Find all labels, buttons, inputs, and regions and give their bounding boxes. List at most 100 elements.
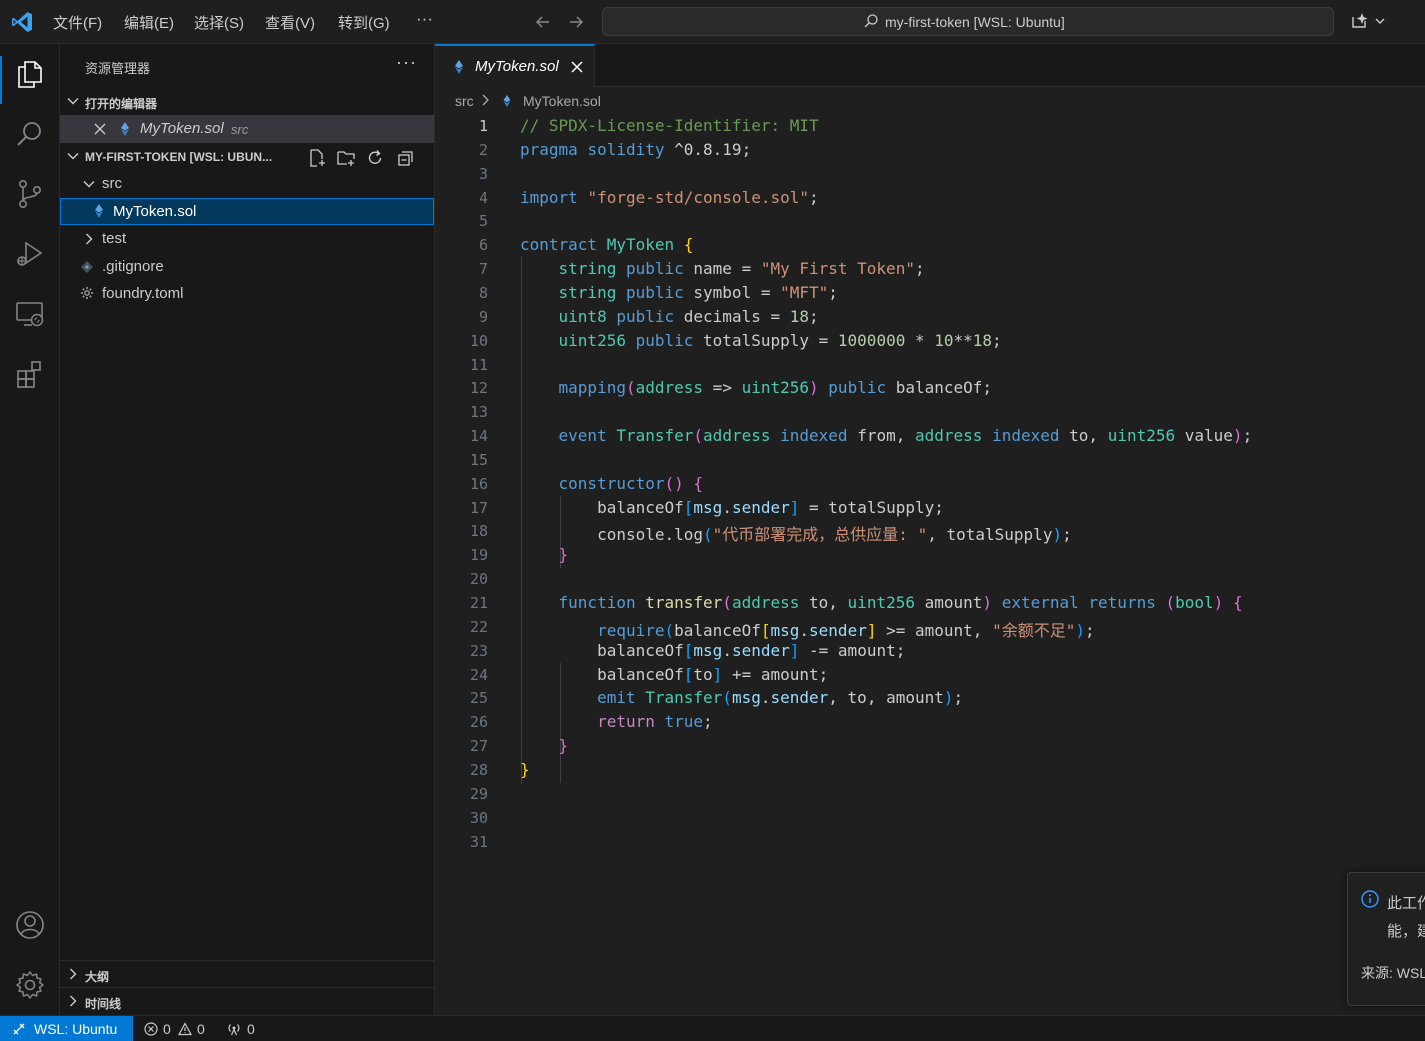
- tree-item-mytoken[interactable]: MyToken.sol: [60, 198, 434, 225]
- code-text: string public name = "My First Token";: [520, 259, 925, 278]
- menu-go[interactable]: 转到(G): [338, 12, 390, 33]
- outline-header[interactable]: 大纲: [60, 961, 435, 987]
- timeline-header[interactable]: 时间线: [60, 988, 435, 1014]
- remote-indicator[interactable]: WSL: Ubuntu: [0, 1016, 133, 1041]
- warning-icon[interactable]: [178, 1022, 192, 1036]
- open-editors-header[interactable]: 打开的编辑器: [60, 89, 435, 115]
- code-line[interactable]: 21 function transfer(address to, uint256…: [435, 591, 1425, 615]
- warning-count[interactable]: 0: [197, 1021, 205, 1037]
- line-number: 19: [469, 546, 488, 565]
- new-folder-icon[interactable]: [336, 148, 356, 168]
- code-line[interactable]: 14 event Transfer(address indexed from, …: [435, 424, 1425, 448]
- code-line[interactable]: 17 balanceOf[msg.sender] = totalSupply;: [435, 496, 1425, 520]
- menu-selection[interactable]: 选择(S): [194, 12, 244, 33]
- line-number: 29: [469, 784, 488, 803]
- code-line[interactable]: 6 contract MyToken {: [435, 233, 1425, 257]
- settings-gear-icon[interactable]: [14, 969, 46, 1001]
- breadcrumb-file[interactable]: MyToken.sol: [523, 93, 601, 109]
- sidebar-more-actions[interactable]: ···: [396, 52, 417, 73]
- notification-toast[interactable]: 此工作 能，建 来源: WSL: [1347, 872, 1425, 1006]
- account-icon[interactable]: [14, 909, 46, 941]
- code-line[interactable]: 9 uint8 public decimals = 18;: [435, 305, 1425, 329]
- code-line[interactable]: 22 require(balanceOf[msg.sender] >= amou…: [435, 615, 1425, 640]
- code-line[interactable]: 26 return true;: [435, 710, 1425, 734]
- code-line[interactable]: 7 string public name = "My First Token";: [435, 257, 1425, 281]
- line-number: 21: [469, 594, 488, 612]
- tree-item-gitignore[interactable]: .gitignore: [60, 254, 434, 280]
- code-line[interactable]: 8 string public symbol = "MFT";: [435, 281, 1425, 305]
- search-icon[interactable]: [14, 118, 46, 150]
- menu-view[interactable]: 查看(V): [265, 12, 315, 33]
- explorer-icon[interactable]: [14, 58, 46, 90]
- close-icon[interactable]: [569, 59, 585, 75]
- extensions-icon[interactable]: [14, 358, 46, 390]
- code-line[interactable]: 20: [435, 567, 1425, 591]
- open-editor-item[interactable]: MyToken.sol src: [60, 115, 434, 143]
- code-line[interactable]: 31: [435, 830, 1425, 854]
- ports-broadcast-icon[interactable]: [227, 1022, 241, 1036]
- command-center[interactable]: my-first-token [WSL: Ubuntu]: [602, 7, 1334, 36]
- code-token: {: [1232, 593, 1243, 612]
- remote-explorer-icon[interactable]: [14, 298, 46, 330]
- code-line[interactable]: 23 balanceOf[msg.sender] -= amount;: [435, 639, 1425, 663]
- code-line[interactable]: 3: [435, 162, 1425, 186]
- tab-mytoken-sol[interactable]: MyToken.sol: [435, 44, 595, 88]
- remote-label: WSL: Ubuntu: [34, 1021, 118, 1037]
- folder-header[interactable]: MY-FIRST-TOKEN [WSL: UBUN...: [60, 144, 435, 170]
- code-token: sender: [809, 620, 867, 640]
- code-line[interactable]: 13: [435, 400, 1425, 424]
- menu-file[interactable]: 文件(F): [53, 12, 102, 33]
- code-line[interactable]: 18 console.log("代币部署完成，总供应量: ", totalSup…: [435, 519, 1425, 544]
- error-count[interactable]: 0: [163, 1021, 171, 1037]
- code-line[interactable]: 28}: [435, 758, 1425, 782]
- activity-bar: [0, 44, 60, 1015]
- code-line[interactable]: 30: [435, 806, 1425, 830]
- code-token: bool: [1175, 593, 1214, 612]
- line-number: 23: [469, 641, 488, 660]
- code-line[interactable]: 4 import "forge-std/console.sol";: [435, 186, 1425, 210]
- back-arrow-icon[interactable]: [533, 12, 553, 32]
- code-token: {: [683, 235, 694, 255]
- source-control-icon[interactable]: [14, 178, 46, 210]
- status-bar: WSL: Ubuntu 0 0 0: [0, 1015, 1425, 1041]
- new-file-icon[interactable]: [307, 148, 327, 168]
- tree-item-foundry-toml[interactable]: foundry.toml: [60, 281, 434, 307]
- menu-more[interactable]: ···: [416, 9, 433, 29]
- code-token: (: [664, 620, 675, 640]
- code-line[interactable]: 29: [435, 782, 1425, 806]
- code-line[interactable]: 24 balanceOf[to] += amount;: [435, 663, 1425, 687]
- open-editors-label: 打开的编辑器: [85, 97, 158, 111]
- code-line[interactable]: 2 pragma solidity ^0.8.19;: [435, 138, 1425, 162]
- code-line[interactable]: 25 emit Transfer(msg.sender, to, amount)…: [435, 686, 1425, 710]
- code-line[interactable]: 1 // SPDX-License-Identifier: MIT: [435, 114, 1425, 138]
- breadcrumb-folder[interactable]: src: [455, 93, 474, 109]
- menu-edit[interactable]: 编辑(E): [124, 12, 174, 33]
- code-line[interactable]: 15: [435, 448, 1425, 472]
- code-line[interactable]: 10 uint256 public totalSupply = 1000000 …: [435, 329, 1425, 353]
- solidity-file-icon: [121, 122, 129, 136]
- code-line[interactable]: 16 constructor() {: [435, 472, 1425, 496]
- code-line[interactable]: 11: [435, 353, 1425, 377]
- error-icon[interactable]: [144, 1022, 158, 1036]
- tree-item-test[interactable]: test: [60, 226, 434, 252]
- code-line[interactable]: 12 mapping(address => uint256) public ba…: [435, 376, 1425, 400]
- collapse-all-icon[interactable]: [396, 148, 416, 168]
- code-line[interactable]: 27 }: [435, 734, 1425, 758]
- copilot-icon[interactable]: [1350, 11, 1390, 31]
- code-token: 10: [934, 330, 954, 350]
- code-line[interactable]: 19 }: [435, 543, 1425, 567]
- close-icon[interactable]: [93, 122, 107, 136]
- forward-arrow-icon[interactable]: [566, 12, 586, 32]
- ports-count[interactable]: 0: [247, 1021, 255, 1037]
- refresh-icon[interactable]: [365, 148, 385, 168]
- chevron-right-icon: [482, 94, 489, 106]
- run-debug-icon[interactable]: [14, 238, 46, 270]
- code-token: from,: [847, 426, 915, 446]
- tree-item-src[interactable]: src: [60, 171, 434, 197]
- code-token: }: [558, 736, 569, 756]
- code-line[interactable]: 5: [435, 209, 1425, 233]
